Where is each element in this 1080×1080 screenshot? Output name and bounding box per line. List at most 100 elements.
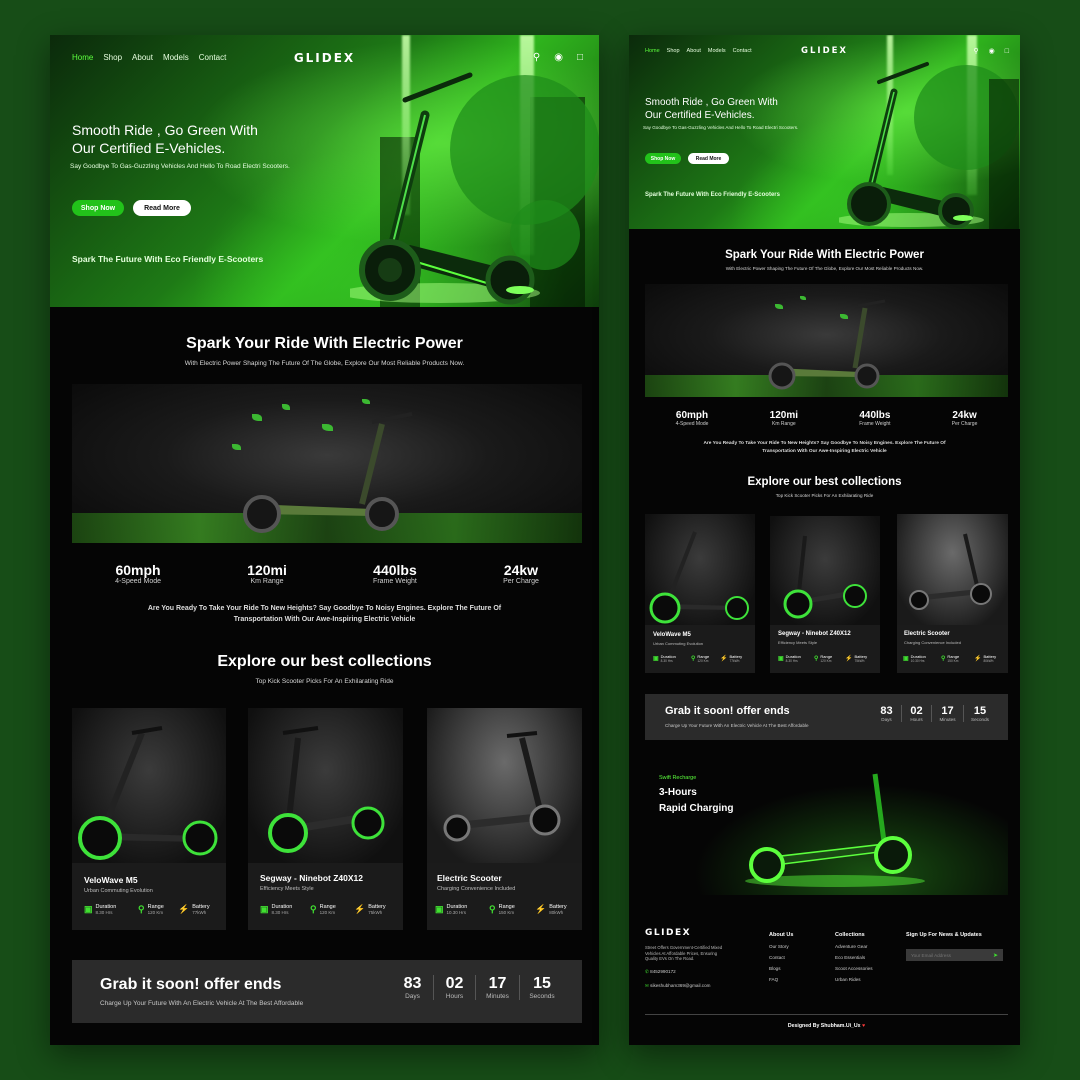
offer-subtitle: Charge Up Your Future With An Electric V… xyxy=(100,1000,304,1007)
nav-home[interactable]: Home xyxy=(645,48,660,54)
nav-models[interactable]: Models xyxy=(163,53,189,62)
nav-links: Home Shop About Models Contact xyxy=(645,48,752,54)
footer-about: Street Offers Government-Certified Mixed… xyxy=(645,945,722,962)
countdown-minutes: 17 Minutes xyxy=(476,975,520,1000)
hero-section: Home Shop About Models Contact GLIDEX ⚲ … xyxy=(629,35,1020,229)
stat-label: Per Charge xyxy=(503,578,539,585)
footer-link[interactable]: Blogs xyxy=(769,966,781,971)
stat-value: 440lbs xyxy=(859,410,891,421)
nav-contact[interactable]: Contact xyxy=(733,48,752,54)
countdown-unit: Minutes xyxy=(939,717,956,722)
footer-divider xyxy=(645,1014,1008,1015)
product-image xyxy=(645,514,755,625)
newsletter-title: Sign Up For News & Updates xyxy=(906,932,982,938)
spec-value: 10.30 Hrs xyxy=(446,910,467,915)
product-card[interactable]: VeloWave M5 Urban Commuting Evolution ▣ … xyxy=(645,514,755,673)
nav-about[interactable]: About xyxy=(132,53,153,62)
footer-link[interactable]: Contact xyxy=(769,955,785,960)
banner-scooter xyxy=(243,412,413,533)
product-image xyxy=(72,708,226,863)
collections-subtitle: Top Kick Scooter Picks For An Exhilarati… xyxy=(255,678,394,685)
pin-icon: ⚲ xyxy=(489,904,496,914)
nav-contact[interactable]: Contact xyxy=(199,53,227,62)
battery-icon: ⚡ xyxy=(535,904,547,914)
stat-label: Frame Weight xyxy=(373,578,417,585)
power-title: Spark Your Ride With Electric Power xyxy=(725,249,924,261)
hero-title: Smooth Ride , Go Green With Our Certifie… xyxy=(72,121,258,157)
product-image xyxy=(897,514,1008,625)
footer-credit-text: Designed By Shubham.Ui_Ux xyxy=(787,1023,861,1029)
brand-logo[interactable]: GLIDEX xyxy=(294,51,355,65)
shop-now-button[interactable]: Shop Now xyxy=(72,200,124,216)
nav-home[interactable]: Home xyxy=(72,53,93,62)
footer-link[interactable]: Scoot Accessories xyxy=(835,966,873,971)
footer-link[interactable]: FAQ xyxy=(769,977,778,982)
footer-col1-title: About Us xyxy=(769,932,794,938)
stat-label: 4-Speed Mode xyxy=(115,578,161,585)
spec-value: 75kWh xyxy=(854,659,865,663)
stat-value: 24kw xyxy=(503,562,539,578)
footer-link[interactable]: Eco Essentials xyxy=(835,955,865,960)
hero-subtitle: Say Goodbye To Gas-Guzzling Vehicles And… xyxy=(70,163,290,170)
product-card[interactable]: Electric Scooter Charging Convenience In… xyxy=(897,514,1008,673)
countdown-seconds: 15 Seconds xyxy=(520,975,564,1000)
product-scooter-icon xyxy=(78,726,218,860)
spec-battery: ⚡ Battery 80kWh xyxy=(535,904,567,915)
stat-label: Km Range xyxy=(250,578,284,585)
countdown-days: 83 Days xyxy=(872,705,902,722)
offer-title: Grab it soon! offer ends xyxy=(100,976,282,993)
battery-icon: ⚡ xyxy=(178,904,190,914)
countdown: 83 Days 02 Hours 17 Minutes 15 Seconds xyxy=(392,975,564,1000)
spec-battery: ⚡ Battery 75kWh xyxy=(845,654,867,663)
nav-shop[interactable]: Shop xyxy=(103,53,122,62)
send-arrow-icon[interactable]: ➤ xyxy=(993,952,998,959)
countdown-number: 15 xyxy=(533,975,551,992)
spec-duration: ▣ Duration 8.30 Hrs xyxy=(260,904,292,915)
spec-value: 77kWh xyxy=(729,659,740,663)
hero-scooter-image xyxy=(350,72,540,305)
product-card[interactable]: Segway - Ninebot Z40X12 Efficiency Meets… xyxy=(248,708,403,930)
hero-title: Smooth Ride , Go Green With Our Certifie… xyxy=(645,96,778,122)
ride-blurb: Are You Ready To Take Your Ride To New H… xyxy=(629,440,1020,456)
footer-link[interactable]: Urban Rides xyxy=(835,977,861,982)
footer-link[interactable]: Adventure Gear xyxy=(835,944,867,949)
footer-link[interactable]: Our Story xyxy=(769,944,789,949)
product-name: Segway - Ninebot Z40X12 xyxy=(260,873,363,883)
spec-value: 8.30 Hrs xyxy=(785,659,798,663)
product-desc: Charging Convenience Included xyxy=(437,886,516,892)
cart-icon[interactable]: □ xyxy=(1005,48,1009,55)
nav-shop[interactable]: Shop xyxy=(667,48,680,54)
spec-value: 120 Km xyxy=(820,659,832,663)
nav-about[interactable]: About xyxy=(687,48,701,54)
spec-value: 80kWh xyxy=(983,659,994,663)
ride-blurb-line2: Transportation With Our Awe-Inspiring El… xyxy=(762,449,887,454)
product-name: Segway - Ninebot Z40X12 xyxy=(778,631,851,637)
countdown-unit: Minutes xyxy=(486,993,509,1000)
shop-now-button[interactable]: Shop Now xyxy=(645,153,681,164)
footer-email: ✉ sikeshubham369@gmail.com xyxy=(645,983,710,989)
spec-range: ⚲ Range 120 Km xyxy=(814,654,832,663)
pin-icon: ⚲ xyxy=(691,656,696,662)
spec-value: 120 Km xyxy=(697,659,709,663)
stat-value: 24kw xyxy=(952,410,977,421)
clock-icon: ▣ xyxy=(778,656,784,662)
newsletter-email-input[interactable] xyxy=(911,952,986,958)
read-more-button[interactable]: Read More xyxy=(688,153,729,164)
footer-email-text: sikeshubham369@gmail.com xyxy=(650,983,711,988)
stats-row: 60mph 4-Speed Mode 120mi Km Range 440lbs Fr… xyxy=(72,562,582,585)
read-more-button[interactable]: Read More xyxy=(133,200,191,216)
stat-value: 120mi xyxy=(247,562,287,578)
footer-logo[interactable]: GLIDEX xyxy=(645,928,691,938)
product-card[interactable]: Segway - Ninebot Z40X12 Efficiency Meets… xyxy=(770,516,880,673)
offer-banner: Grab it soon! offer ends Charge Up Your … xyxy=(645,694,1008,740)
product-image xyxy=(770,516,880,625)
cart-icon[interactable]: □ xyxy=(577,52,583,63)
product-card[interactable]: Electric Scooter Charging Convenience In… xyxy=(427,708,582,930)
spec-value: 80kWh xyxy=(549,910,564,915)
stat-value: 60mph xyxy=(115,562,161,578)
product-card[interactable]: VeloWave M5 Urban Commuting Evolution ▣ … xyxy=(72,708,226,930)
hero-tagline: Spark The Future With Eco Friendly E-Sco… xyxy=(645,192,780,198)
product-name: VeloWave M5 xyxy=(84,875,138,885)
countdown-minutes: 17 Minutes xyxy=(932,705,964,722)
nav-models[interactable]: Models xyxy=(708,48,726,54)
